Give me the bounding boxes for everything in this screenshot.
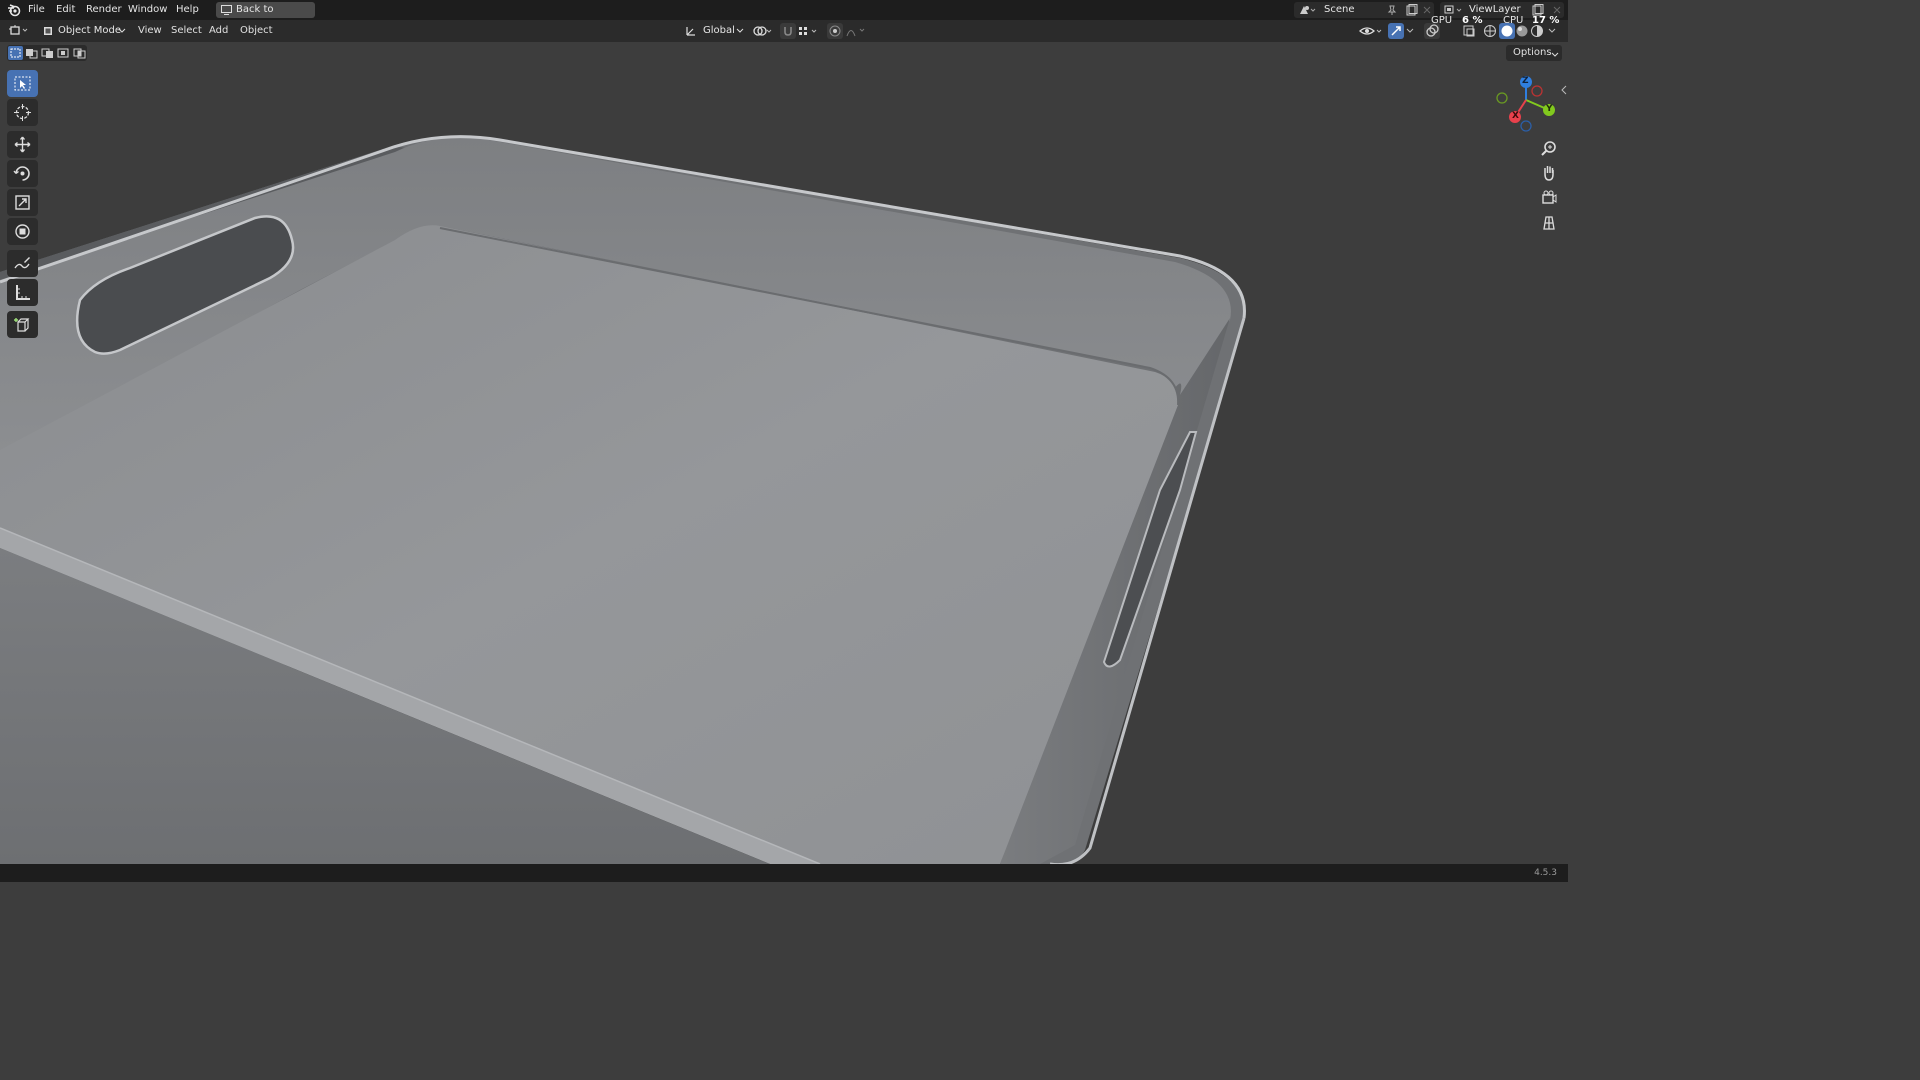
blender-logo-icon[interactable] bbox=[7, 3, 21, 17]
menu-object[interactable]: Object bbox=[240, 20, 273, 42]
status-bar: 4.5.3 bbox=[0, 864, 1568, 882]
gpu-label: GPU bbox=[1431, 15, 1453, 26]
add-cube-tool[interactable] bbox=[7, 311, 38, 338]
viewport-header: Object Mode View Select Add Object Globa… bbox=[0, 20, 1568, 42]
selection-mode-group bbox=[7, 45, 87, 61]
measure-icon bbox=[13, 283, 32, 305]
scale-tool[interactable] bbox=[7, 189, 38, 216]
select-intersect-icon[interactable] bbox=[72, 46, 87, 60]
annotate-icon bbox=[13, 254, 32, 276]
back-to-previous-button[interactable]: Back to Previous bbox=[216, 2, 315, 31]
orientation-axes-icon bbox=[685, 25, 697, 37]
annotate-tool[interactable] bbox=[7, 250, 38, 277]
perspective-grid-icon[interactable] bbox=[1537, 212, 1561, 234]
measure-tool[interactable] bbox=[7, 279, 38, 306]
navigation-gizmo[interactable]: Z Y X bbox=[1490, 74, 1560, 134]
pan-hand-icon[interactable] bbox=[1537, 162, 1561, 184]
material-shading-icon[interactable] bbox=[1515, 24, 1529, 38]
proportional-edit-icon[interactable] bbox=[827, 23, 843, 39]
menu-select[interactable]: Select bbox=[171, 20, 202, 42]
wireframe-shading-icon[interactable] bbox=[1483, 24, 1497, 38]
menu-add[interactable]: Add bbox=[209, 20, 228, 42]
object-mode-icon bbox=[42, 25, 54, 37]
menu-render[interactable]: Render bbox=[86, 0, 122, 20]
cursor-icon bbox=[13, 103, 32, 125]
orientation-label: Global bbox=[703, 25, 735, 36]
tray-model[interactable] bbox=[0, 42, 1568, 864]
transform-tool[interactable] bbox=[7, 218, 38, 245]
menu-window[interactable]: Window bbox=[128, 0, 167, 20]
select-extend-icon[interactable] bbox=[24, 46, 39, 60]
options-label: Options bbox=[1513, 47, 1552, 58]
falloff-icon[interactable] bbox=[845, 24, 869, 38]
shading-dropdown-icon[interactable] bbox=[1547, 27, 1557, 35]
scene-icon bbox=[1298, 4, 1316, 16]
gizmo-dropdown-icon[interactable] bbox=[1405, 27, 1415, 35]
add-cube-icon bbox=[13, 315, 32, 337]
new-scene-icon[interactable] bbox=[1406, 4, 1418, 16]
chevron-down-icon bbox=[118, 27, 126, 35]
mode-selector[interactable]: Object Mode bbox=[38, 23, 128, 39]
gizmo-y-label: Y bbox=[1546, 104, 1553, 114]
gizmo-x-label: X bbox=[1512, 111, 1519, 121]
menu-edit[interactable]: Edit bbox=[56, 0, 75, 20]
scene-name[interactable]: Scene bbox=[1324, 2, 1355, 18]
select-new-icon[interactable] bbox=[8, 46, 23, 60]
gizmo-z-label: Z bbox=[1522, 76, 1529, 86]
options-dropdown[interactable]: Options bbox=[1506, 45, 1562, 61]
select-subtract-icon[interactable] bbox=[40, 46, 55, 60]
editor-type-icon[interactable] bbox=[8, 24, 32, 38]
mode-label: Object Mode bbox=[58, 25, 121, 36]
move-icon bbox=[13, 135, 32, 157]
move-tool[interactable] bbox=[7, 131, 38, 158]
scene-selector[interactable]: Scene bbox=[1294, 2, 1434, 18]
transform-orientation-selector[interactable]: Global bbox=[683, 23, 747, 39]
select-invert-icon[interactable] bbox=[56, 46, 71, 60]
back-icon bbox=[221, 5, 232, 15]
snap-target-icon[interactable] bbox=[797, 25, 821, 37]
transform-icon bbox=[13, 222, 32, 244]
cursor-tool[interactable] bbox=[7, 99, 38, 126]
xray-toggle-icon[interactable] bbox=[1462, 24, 1476, 38]
pin-icon[interactable] bbox=[1386, 4, 1398, 16]
scale-icon bbox=[13, 193, 32, 215]
gpu-value: 6 % bbox=[1462, 15, 1483, 26]
cpu-label: CPU bbox=[1503, 15, 1524, 26]
sidebar-toggle-icon[interactable] bbox=[1560, 84, 1568, 96]
menu-help[interactable]: Help bbox=[176, 0, 199, 20]
zoom-icon[interactable] bbox=[1537, 138, 1561, 160]
cpu-value: 17 % bbox=[1532, 15, 1560, 26]
pivot-point-icon[interactable] bbox=[752, 25, 774, 37]
camera-view-icon[interactable] bbox=[1537, 187, 1561, 209]
gizmo-toggle-icon[interactable] bbox=[1388, 23, 1404, 39]
select-box-icon bbox=[13, 75, 32, 95]
chevron-down-icon bbox=[736, 27, 744, 35]
version-label: 4.5.3 bbox=[1534, 868, 1557, 878]
rotate-icon bbox=[13, 164, 32, 186]
visibility-icon[interactable] bbox=[1358, 24, 1384, 38]
rotate-tool[interactable] bbox=[7, 160, 38, 187]
menu-view[interactable]: View bbox=[138, 20, 162, 42]
snap-toggle-icon[interactable] bbox=[780, 23, 796, 39]
menu-file[interactable]: File bbox=[28, 0, 45, 20]
select-box-tool[interactable] bbox=[7, 70, 38, 97]
3d-viewport[interactable]: Options Z Y X bbox=[0, 42, 1568, 864]
rendered-shading-icon[interactable] bbox=[1530, 24, 1544, 38]
top-menu-bar: File Edit Render Window Help Back to Pre… bbox=[0, 0, 1568, 31]
chevron-down-icon bbox=[1551, 49, 1559, 57]
